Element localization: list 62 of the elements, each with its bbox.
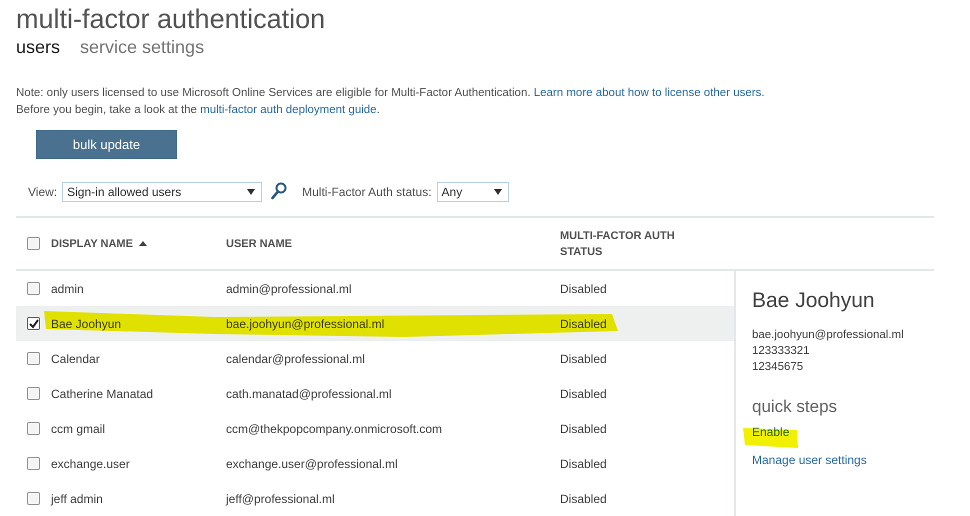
status-cell: Disabled [560, 352, 607, 366]
status-cell: Disabled [560, 492, 607, 506]
dropdown-caret-icon [494, 189, 502, 195]
note-text: . [376, 104, 380, 116]
table-row[interactable]: exchange.user exchange.user@professional.ml Disabled [16, 446, 734, 481]
row-checkbox[interactable] [27, 492, 40, 505]
user-detail-text: 123333321 [752, 344, 811, 359]
display-name-cell: Bae Joohyun [51, 316, 122, 330]
quick-steps-heading: quick steps [752, 397, 838, 417]
user-name-cell: admin@professional.ml [226, 282, 352, 296]
column-header[interactable]: DISPLAY NAME [51, 238, 133, 250]
select-all-checkbox[interactable] [27, 237, 40, 250]
table-row[interactable]: Catherine Manatad cath.manatad@professional.ml Disabled [16, 376, 734, 411]
row-checkbox[interactable] [27, 422, 40, 435]
deployment-guide-link[interactable]: multi-factor auth deployment guide [200, 104, 377, 116]
row-checkbox[interactable] [27, 457, 40, 470]
column-header[interactable]: USER NAME [226, 238, 292, 250]
table-row[interactable]: ccm gmail ccm@thekpopcompany.onmicrosoft.com Disabled [16, 411, 734, 446]
status-cell: Disabled [560, 386, 607, 400]
user-detail-text: bae.joohyun@professional.ml [752, 328, 904, 343]
page-title: multi-factor authentication [16, 4, 326, 35]
user-name-heading: Bae Joohyun [752, 289, 875, 313]
row-checkbox[interactable] [27, 352, 40, 365]
user-name-cell: exchange.user@professional.ml [226, 456, 398, 470]
row-checkbox[interactable] [27, 282, 40, 295]
user-name-cell: bae.joohyun@professional.ml [226, 316, 384, 330]
user-name-cell: calendar@professional.ml [226, 352, 365, 366]
note-text: Before you begin, take a look at the [16, 104, 197, 116]
display-name-cell: ccm gmail [51, 422, 106, 436]
display-name-cell: Calendar [51, 352, 100, 366]
status-cell: Disabled [560, 316, 607, 330]
status-dropdown[interactable]: Any [436, 182, 509, 202]
note-text: Note: only users licensed to use Microsoft Online Services are eligible for Multi-Factor Authentication. [16, 87, 531, 99]
row-checkbox[interactable] [27, 387, 40, 400]
search-icon[interactable] [271, 182, 288, 200]
highlighter-stroke [743, 428, 799, 448]
display-name-cell: exchange.user [51, 456, 130, 470]
table-row[interactable]: jeff admin jeff@professional.ml Disabled [16, 481, 734, 516]
view-dropdown[interactable]: Sign-in allowed users [62, 182, 262, 202]
status-cell: Disabled [560, 422, 607, 436]
dropdown-caret-icon [247, 189, 256, 195]
license-link[interactable]: Learn more about how to license other users. [534, 87, 765, 99]
display-name-cell: Catherine Manatad [51, 386, 154, 400]
user-detail-text: 12345675 [752, 360, 804, 375]
table-row[interactable]: admin admin@professional.ml Disabled [16, 271, 734, 306]
user-name-cell: ccm@thekpopcompany.onmicrosoft.com [226, 422, 442, 436]
bulk-update-button[interactable]: bulk update [36, 130, 177, 159]
column-header[interactable]: MULTI-FACTOR AUTH STATUS [560, 228, 700, 260]
display-name-cell: admin [51, 282, 84, 296]
status-filter-label: Multi-Factor Auth status: [302, 185, 432, 199]
user-name-cell: cath.manatad@professional.ml [226, 386, 392, 400]
quick-step-link[interactable]: Enable [752, 425, 790, 439]
view-label: View: [28, 185, 58, 199]
table-row[interactable]: Calendar calendar@professional.ml Disabled [16, 341, 734, 376]
quick-step-link[interactable]: Manage user settings [752, 453, 867, 467]
status-cell: Disabled [560, 456, 607, 470]
display-name-cell: jeff admin [51, 492, 103, 506]
tab[interactable]: service settings [80, 37, 204, 58]
status-cell: Disabled [560, 282, 607, 296]
row-checkbox[interactable] [27, 317, 40, 330]
user-name-cell: jeff@professional.ml [226, 492, 335, 506]
tab[interactable]: users [16, 37, 60, 58]
